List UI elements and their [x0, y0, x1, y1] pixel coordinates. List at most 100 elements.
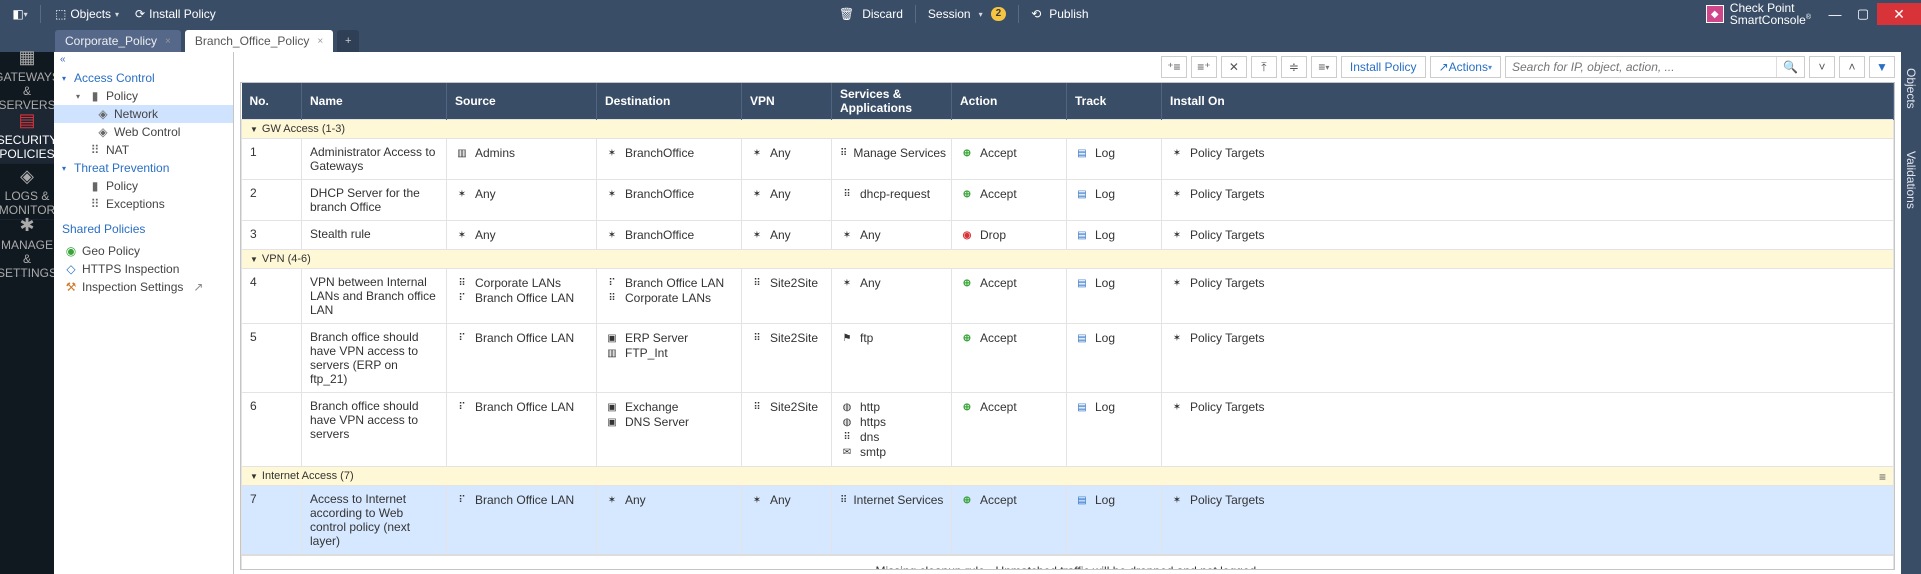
add-below-button[interactable]: ≡⁺: [1191, 56, 1217, 78]
cell-item[interactable]: ✶Any: [455, 228, 588, 242]
col-no[interactable]: No.: [242, 83, 302, 120]
next-match-button[interactable]: ˄: [1839, 56, 1865, 78]
cell-item[interactable]: ⠏Branch Office LAN: [605, 276, 733, 290]
section-menu-icon[interactable]: ≡: [1879, 470, 1893, 484]
cell-destination[interactable]: ✶BranchOffice: [597, 139, 742, 180]
app-menu-icon[interactable]: ◧▾: [8, 3, 32, 25]
cell-item[interactable]: ✶Any: [455, 187, 588, 201]
cell-item[interactable]: ⠏Branch Office LAN: [455, 493, 588, 507]
cell-item[interactable]: ⠿Corporate LANs: [455, 276, 588, 290]
cell-name[interactable]: Branch office should have VPN access to …: [302, 324, 447, 393]
cell-source[interactable]: ⠏Branch Office LAN: [447, 324, 597, 393]
cell-install[interactable]: ✶Policy Targets: [1162, 269, 1894, 324]
tree-web-control[interactable]: ◈Web Control: [54, 123, 233, 141]
cell-source[interactable]: ✶Any: [447, 180, 597, 221]
prev-match-button[interactable]: ˅: [1809, 56, 1835, 78]
cell-action[interactable]: ⊕Accept: [952, 324, 1067, 393]
cell-item[interactable]: ⠿dns: [840, 430, 943, 444]
add-tab-button[interactable]: +: [337, 30, 359, 52]
rule-top-button[interactable]: ⤒: [1251, 56, 1277, 78]
cell-item[interactable]: ✶Any: [840, 228, 943, 242]
cell-services[interactable]: ◍http◍https⠿dns✉smtp: [832, 393, 952, 467]
action-cell[interactable]: ⊕Accept: [960, 400, 1058, 414]
rule-menu-button[interactable]: ≡▾: [1311, 56, 1337, 78]
cell-source[interactable]: ▥Admins: [447, 139, 597, 180]
cell-install[interactable]: ✶Policy Targets: [1162, 393, 1894, 467]
cell-item[interactable]: ▣ERP Server: [605, 331, 733, 345]
cell-item[interactable]: ✶Any: [750, 228, 823, 242]
cell-item[interactable]: ✶BranchOffice: [605, 228, 733, 242]
action-cell[interactable]: ⊕Accept: [960, 276, 1058, 290]
cell-item[interactable]: ⚑ftp: [840, 331, 943, 345]
cell-item[interactable]: ✉smtp: [840, 445, 943, 459]
col-track[interactable]: Track: [1067, 83, 1162, 120]
discard-button[interactable]: Discard: [862, 7, 903, 21]
table-row[interactable]: 7 Access to Internet according to Web co…: [242, 486, 1894, 556]
cell-item[interactable]: ▥Admins: [455, 146, 588, 160]
nav-gateways[interactable]: ▦GATEWAYS & SERVERS: [0, 52, 54, 108]
tree-https-inspection[interactable]: ◇HTTPS Inspection: [54, 260, 233, 278]
nav-logs[interactable]: ◈LOGS & MONITOR: [0, 164, 54, 220]
cell-item[interactable]: ✶Any: [750, 493, 823, 507]
col-install[interactable]: Install On: [1162, 83, 1894, 120]
cell-item[interactable]: ✶Any: [840, 276, 943, 290]
cell-item[interactable]: ✶Any: [750, 187, 823, 201]
cell-item[interactable]: ◍https: [840, 415, 943, 429]
cell-track[interactable]: ▤Log: [1067, 324, 1162, 393]
cell-item[interactable]: ⠿Site2Site: [750, 400, 823, 414]
cell-track[interactable]: ▤Log: [1067, 486, 1162, 556]
cell-services[interactable]: ⠿Internet Services: [832, 486, 952, 556]
cell-source[interactable]: ✶Any: [447, 221, 597, 250]
cell-item[interactable]: ⠿Site2Site: [750, 276, 823, 290]
tree-tp-policy[interactable]: ▮Policy: [54, 177, 233, 195]
cell-name[interactable]: Access to Internet according to Web cont…: [302, 486, 447, 556]
cell-install[interactable]: ✶Policy Targets: [1162, 486, 1894, 556]
cell-track[interactable]: ▤Log: [1067, 269, 1162, 324]
section-row[interactable]: ▼VPN (4-6): [242, 250, 1894, 269]
action-cell[interactable]: ◉Drop: [960, 228, 1058, 242]
search-button[interactable]: 🔍: [1776, 57, 1804, 77]
cell-vpn[interactable]: ⠿Site2Site: [742, 393, 832, 467]
actions-button[interactable]: ↗ Actions▾: [1430, 56, 1501, 78]
cell-action[interactable]: ⊕Accept: [952, 269, 1067, 324]
maximize-button[interactable]: ▢: [1849, 3, 1877, 25]
action-cell[interactable]: ⊕Accept: [960, 187, 1058, 201]
tree-geo-policy[interactable]: ◉Geo Policy: [54, 242, 233, 260]
table-row[interactable]: 3 Stealth rule ✶Any ✶BranchOffice ✶Any ✶…: [242, 221, 1894, 250]
action-cell[interactable]: ⊕Accept: [960, 493, 1058, 507]
tab-branch-office-policy[interactable]: Branch_Office_Policy×: [185, 30, 333, 52]
nav-settings[interactable]: ✱MANAGE & SETTINGS: [0, 220, 54, 276]
action-cell[interactable]: ⊕Accept: [960, 146, 1058, 160]
col-vpn[interactable]: VPN: [742, 83, 832, 120]
cell-services[interactable]: ✶Any: [832, 269, 952, 324]
cell-install[interactable]: ✶Policy Targets: [1162, 139, 1894, 180]
cell-item[interactable]: ⠿Corporate LANs: [605, 291, 733, 305]
cell-item[interactable]: ⠿Internet Services: [840, 493, 943, 507]
cell-source[interactable]: ⠿Corporate LANs⠏Branch Office LAN: [447, 269, 597, 324]
table-row[interactable]: 6 Branch office should have VPN access t…: [242, 393, 1894, 467]
cell-item[interactable]: ▣DNS Server: [605, 415, 733, 429]
cell-item[interactable]: ⠿dhcp-request: [840, 187, 943, 201]
cell-track[interactable]: ▤Log: [1067, 139, 1162, 180]
cell-item[interactable]: ⠿Site2Site: [750, 331, 823, 345]
tree-network[interactable]: ◈Network: [54, 105, 233, 123]
action-cell[interactable]: ⊕Accept: [960, 331, 1058, 345]
filter-button[interactable]: ▼: [1869, 56, 1895, 78]
install-policy-button[interactable]: Install Policy: [1341, 56, 1426, 78]
cell-action[interactable]: ⊕Accept: [952, 486, 1067, 556]
cell-destination[interactable]: ✶Any: [597, 486, 742, 556]
col-services[interactable]: Services & Applications: [832, 83, 952, 120]
nav-security-policies[interactable]: ▤SECURITY POLICIES: [0, 108, 54, 164]
cell-action[interactable]: ⊕Accept: [952, 139, 1067, 180]
cell-name[interactable]: VPN between Internal LANs and Branch off…: [302, 269, 447, 324]
tree-exceptions[interactable]: ⠿Exceptions: [54, 195, 233, 213]
tree-nat[interactable]: ⠿NAT: [54, 141, 233, 159]
section-row[interactable]: ▼Internet Access (7)≡: [242, 467, 1894, 486]
cell-vpn[interactable]: ✶Any: [742, 180, 832, 221]
delete-rule-button[interactable]: ✕: [1221, 56, 1247, 78]
cell-item[interactable]: ⠏Branch Office LAN: [455, 291, 588, 305]
session-label[interactable]: Session: [928, 7, 971, 21]
objects-menu[interactable]: ⬚Objects▾: [49, 3, 125, 25]
cell-item[interactable]: ⠿Manage Services: [840, 146, 943, 160]
cell-item[interactable]: ✶BranchOffice: [605, 187, 733, 201]
